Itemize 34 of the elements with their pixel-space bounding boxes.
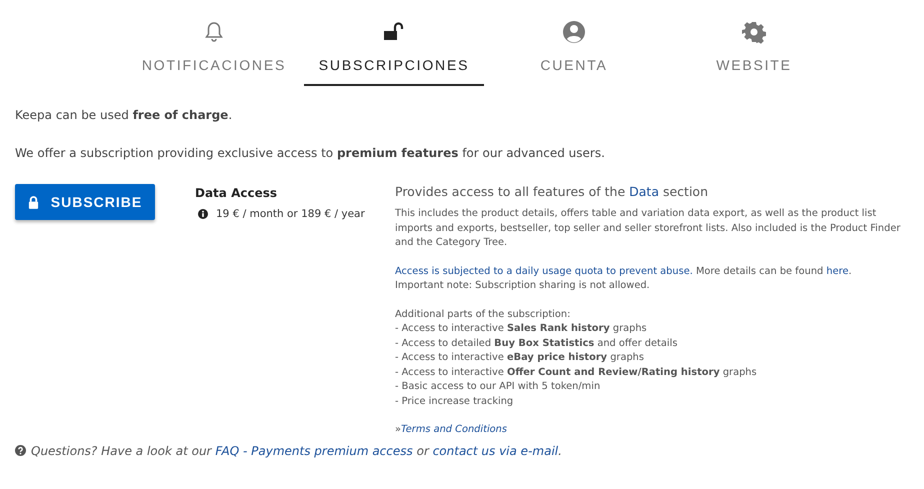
footer-link[interactable]: contact us via e-mail [432, 444, 558, 458]
feature-item: - Access to interactive Sales Rank history graphs [395, 322, 648, 336]
feature-item: - Access to interactive Offer Count and Review/Rating history graphs [395, 366, 758, 380]
tab[interactable]: SUBSCRIPCIONES [304, 20, 484, 86]
quota-link[interactable]: here [826, 266, 848, 276]
feature-item: - Price increase tracking [395, 394, 514, 408]
intro-text: We offer a subscription providing exclusive access to premium features for our advanced users. [15, 146, 606, 160]
padlock-icon [28, 196, 39, 208]
feature-item: - Access to interactive eBay price history graphs [395, 351, 645, 365]
footer-link[interactable]: FAQ - Payments premium access [215, 444, 413, 458]
details-heading: Provides access to all features of the Data section [395, 184, 709, 199]
plan-name: Data Access [195, 186, 278, 200]
settings-icon [742, 20, 766, 44]
footer-text: Questions? Have a look at our FAQ - Payments premium access or contact us via e-mail. [31, 444, 562, 458]
terms-text: »Terms and Conditions [395, 423, 508, 437]
feature-item: - Basic access to our API with 5 token/min [395, 380, 602, 394]
tab[interactable]: NOTIFICACIONES [124, 20, 304, 86]
terms-link[interactable]: Terms and Conditions [401, 424, 507, 435]
bell-icon [202, 20, 226, 44]
intro-text: Keepa can be used free of charge. [15, 108, 234, 122]
price-text: 19 € / month or 189 € / year [216, 208, 365, 220]
feature-item: - Access to detailed Buy Box Statistics and offer details [395, 336, 678, 350]
info-icon [198, 209, 208, 219]
description-text: This includes the product details, offers table and variation data export, as well as the product list imports and exports, bestseller, top seller and seller storefront lists. Also included is the Product Finder and the Category Tree. [395, 207, 902, 250]
tab[interactable]: CUENTA [484, 20, 664, 86]
quota-text: Access is subjected to a daily usage quota to prevent abuse. More details can be found here. [395, 264, 853, 278]
quota-link[interactable]: Access is subjected to a daily usage quota to prevent abuse. [395, 266, 693, 276]
help-icon [15, 445, 26, 456]
subscribe-button[interactable]: SUBSCRIBE [15, 184, 155, 220]
data-link[interactable]: Data [629, 184, 659, 199]
user-icon [562, 20, 586, 44]
note-text: Important note: Subscription sharing is not allowed. [395, 279, 651, 293]
tab[interactable]: WEBSITE [664, 20, 844, 86]
parts-title: Additional parts of the subscription: [395, 308, 572, 322]
